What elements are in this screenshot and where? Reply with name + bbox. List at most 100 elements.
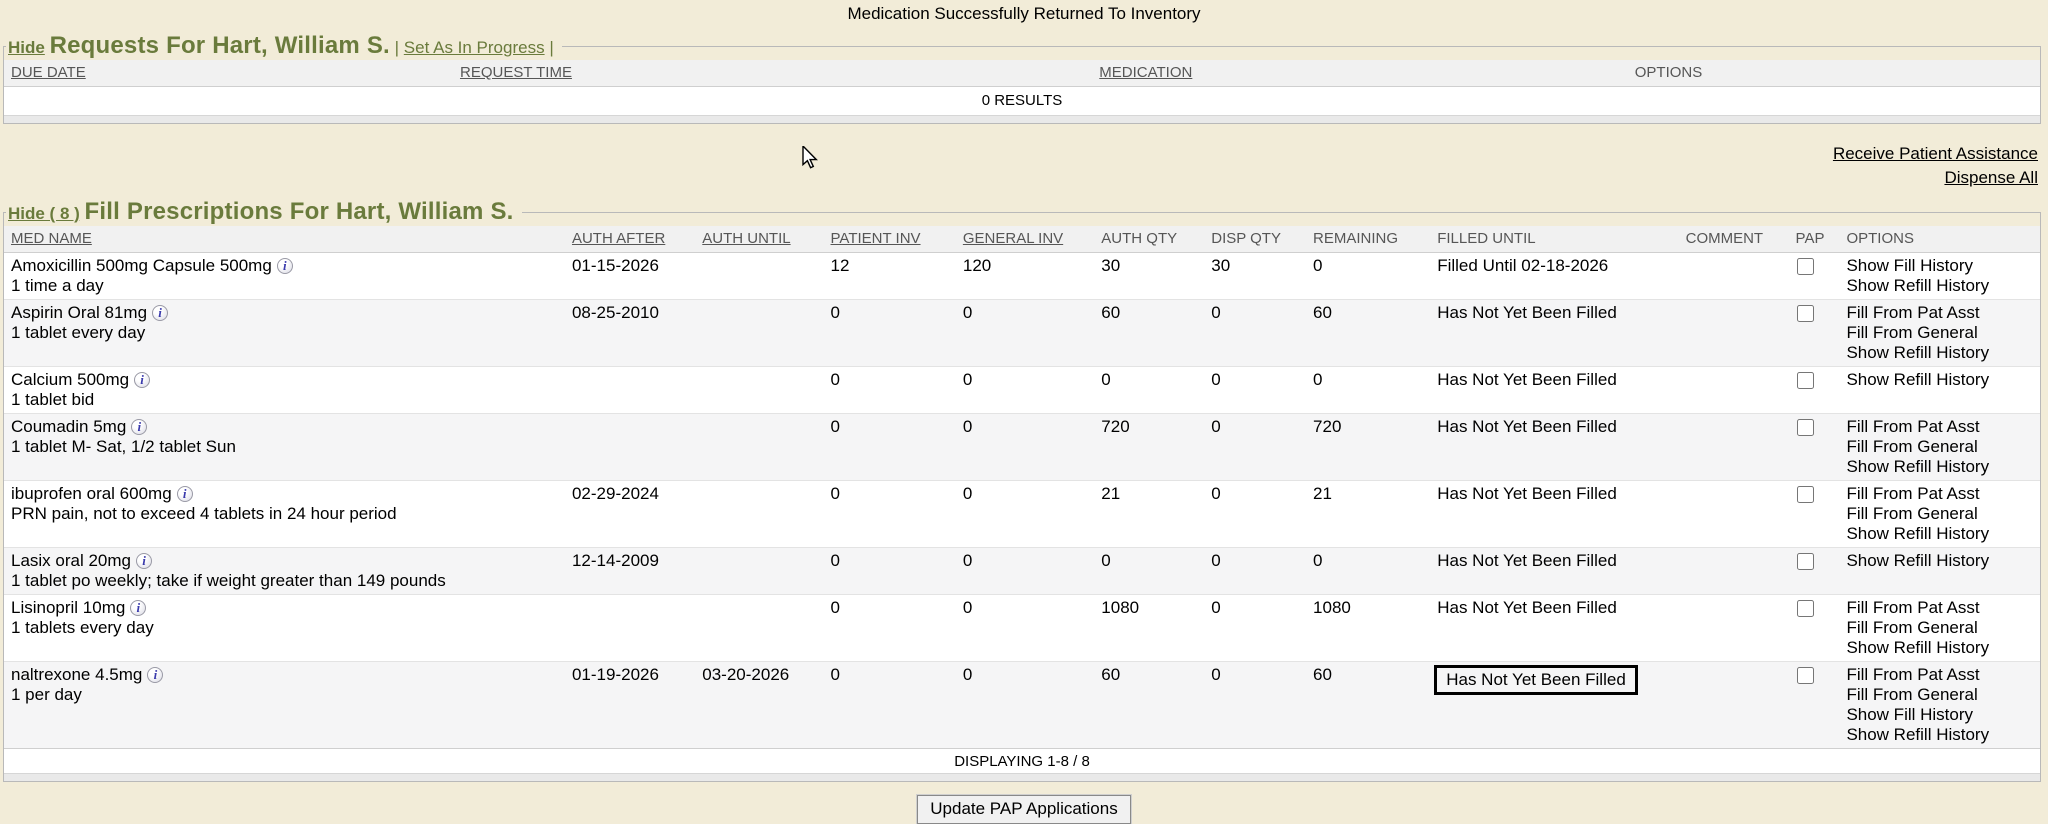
med-sig: 1 per day	[11, 685, 564, 705]
auth-after-cell: 01-19-2026	[568, 664, 698, 746]
filled-until-cell: Has Not Yet Been Filled	[1433, 483, 1681, 545]
column-header-medication[interactable]: MEDICATION	[1095, 60, 1630, 86]
remaining-cell: 21	[1309, 483, 1433, 545]
filled-until-text: Has Not Yet Been Filled	[1437, 551, 1617, 570]
med-name-cell: Calcium 500mgi1 tablet bid	[4, 369, 568, 411]
disp-qty-cell: 0	[1207, 416, 1309, 478]
option-link-fill-from-pat-asst[interactable]: Fill From Pat Asst	[1846, 303, 2036, 323]
info-icon[interactable]: i	[134, 372, 150, 388]
med-name: Lasix oral 20mg	[11, 551, 131, 570]
option-link-show-fill-history[interactable]: Show Fill History	[1846, 705, 2036, 725]
filled-until-text: Has Not Yet Been Filled	[1437, 370, 1617, 389]
pap-checkbox[interactable]	[1797, 667, 1814, 684]
info-icon[interactable]: i	[131, 419, 147, 435]
info-icon[interactable]: i	[152, 305, 168, 321]
info-icon[interactable]: i	[177, 486, 193, 502]
med-name-cell: Lisinopril 10mgi1 tablets every day	[4, 597, 568, 659]
set-as-in-progress-link[interactable]: Set As In Progress	[404, 38, 545, 57]
pap-checkbox[interactable]	[1797, 600, 1814, 617]
column-header-auth-until[interactable]: AUTH UNTIL	[698, 226, 826, 252]
patient-inv-cell: 0	[827, 369, 959, 411]
med-sig: 1 tablet po weekly; take if weight great…	[11, 571, 564, 591]
column-header-request-time[interactable]: REQUEST TIME	[456, 60, 1095, 86]
auth-after-cell: 08-25-2010	[568, 302, 698, 364]
options-cell: Fill From Pat AsstFill From GeneralShow …	[1842, 483, 2040, 545]
column-header-auth-after[interactable]: AUTH AFTER	[568, 226, 698, 252]
option-link-fill-from-general[interactable]: Fill From General	[1846, 504, 2036, 524]
option-link-fill-from-general[interactable]: Fill From General	[1846, 618, 2036, 638]
med-name-cell: Aspirin Oral 81mgi1 tablet every day	[4, 302, 568, 364]
comment-cell	[1682, 302, 1792, 364]
prescription-row: Aspirin Oral 81mgi1 tablet every day08-2…	[4, 299, 2040, 366]
general-inv-cell: 0	[959, 416, 1097, 478]
column-header-auth-qty: AUTH QTY	[1097, 226, 1207, 252]
column-header-general-inv[interactable]: GENERAL INV	[959, 226, 1097, 252]
option-link-show-refill-history[interactable]: Show Refill History	[1846, 343, 2036, 363]
prescription-row: Amoxicillin 500mg Capsule 500mgi1 time a…	[4, 253, 2040, 299]
pap-cell	[1792, 483, 1843, 545]
pap-cell	[1792, 664, 1843, 746]
option-link-show-refill-history[interactable]: Show Refill History	[1846, 457, 2036, 477]
requests-section: Hide Requests For Hart, William S. | Set…	[3, 32, 2041, 124]
option-link-show-refill-history[interactable]: Show Refill History	[1846, 370, 2036, 390]
option-link-show-refill-history[interactable]: Show Refill History	[1846, 638, 2036, 658]
filled-until-text: Has Not Yet Been Filled	[1437, 417, 1617, 436]
info-icon[interactable]: i	[277, 258, 293, 274]
pap-cell	[1792, 550, 1843, 592]
pap-checkbox[interactable]	[1797, 486, 1814, 503]
options-cell: Fill From Pat AsstFill From GeneralShow …	[1842, 416, 2040, 478]
column-header-med-name[interactable]: MED NAME	[4, 226, 568, 252]
prescription-row: ibuprofen oral 600mgiPRN pain, not to ex…	[4, 480, 2040, 547]
option-link-show-refill-history[interactable]: Show Refill History	[1846, 551, 2036, 571]
options-cell: Show Refill History	[1842, 369, 2040, 411]
option-link-show-fill-history[interactable]: Show Fill History	[1846, 256, 2036, 276]
hide-fill-link[interactable]: Hide ( 8 )	[8, 204, 80, 223]
fill-legend: Hide ( 8 ) Fill Prescriptions For Hart, …	[6, 198, 522, 226]
med-name: Aspirin Oral 81mg	[11, 303, 147, 322]
legend-separator: |	[395, 38, 399, 57]
auth-until-cell	[698, 302, 826, 364]
remaining-cell: 60	[1309, 664, 1433, 746]
general-inv-cell: 120	[959, 255, 1097, 297]
disp-qty-cell: 0	[1207, 302, 1309, 364]
option-link-fill-from-pat-asst[interactable]: Fill From Pat Asst	[1846, 484, 2036, 504]
general-inv-cell: 0	[959, 483, 1097, 545]
med-name: naltrexone 4.5mg	[11, 665, 142, 684]
info-icon[interactable]: i	[136, 553, 152, 569]
column-header-due-date[interactable]: DUE DATE	[4, 60, 456, 86]
patient-inv-cell: 0	[827, 416, 959, 478]
option-link-show-refill-history[interactable]: Show Refill History	[1846, 725, 2036, 745]
comment-cell	[1682, 369, 1792, 411]
comment-cell	[1682, 664, 1792, 746]
pap-cell	[1792, 416, 1843, 478]
option-link-fill-from-general[interactable]: Fill From General	[1846, 437, 2036, 457]
prescription-row: Calcium 500mgi1 tablet bid00000Has Not Y…	[4, 366, 2040, 413]
pap-checkbox[interactable]	[1797, 419, 1814, 436]
option-link-fill-from-pat-asst[interactable]: Fill From Pat Asst	[1846, 598, 2036, 618]
pap-checkbox[interactable]	[1797, 372, 1814, 389]
auth-until-cell	[698, 550, 826, 592]
disp-qty-cell: 30	[1207, 255, 1309, 297]
med-name: Coumadin 5mg	[11, 417, 126, 436]
filled-until-cell: Has Not Yet Been Filled	[1433, 664, 1681, 746]
dispense-all-link[interactable]: Dispense All	[0, 166, 2038, 190]
option-link-fill-from-pat-asst[interactable]: Fill From Pat Asst	[1846, 417, 2036, 437]
pap-checkbox[interactable]	[1797, 553, 1814, 570]
remaining-cell: 0	[1309, 255, 1433, 297]
option-link-show-refill-history[interactable]: Show Refill History	[1846, 524, 2036, 544]
receive-patient-assistance-link[interactable]: Receive Patient Assistance	[0, 142, 2038, 166]
info-icon[interactable]: i	[147, 667, 163, 683]
auth-until-cell	[698, 483, 826, 545]
option-link-fill-from-general[interactable]: Fill From General	[1846, 323, 2036, 343]
pap-checkbox[interactable]	[1797, 258, 1814, 275]
auth-after-cell	[568, 416, 698, 478]
option-link-show-refill-history[interactable]: Show Refill History	[1846, 276, 2036, 296]
info-icon[interactable]: i	[130, 600, 146, 616]
comment-cell	[1682, 255, 1792, 297]
pap-checkbox[interactable]	[1797, 305, 1814, 322]
column-header-patient-inv[interactable]: PATIENT INV	[827, 226, 959, 252]
option-link-fill-from-pat-asst[interactable]: Fill From Pat Asst	[1846, 665, 2036, 685]
option-link-fill-from-general[interactable]: Fill From General	[1846, 685, 2036, 705]
auth-qty-cell: 21	[1097, 483, 1207, 545]
hide-requests-link[interactable]: Hide	[8, 38, 45, 57]
